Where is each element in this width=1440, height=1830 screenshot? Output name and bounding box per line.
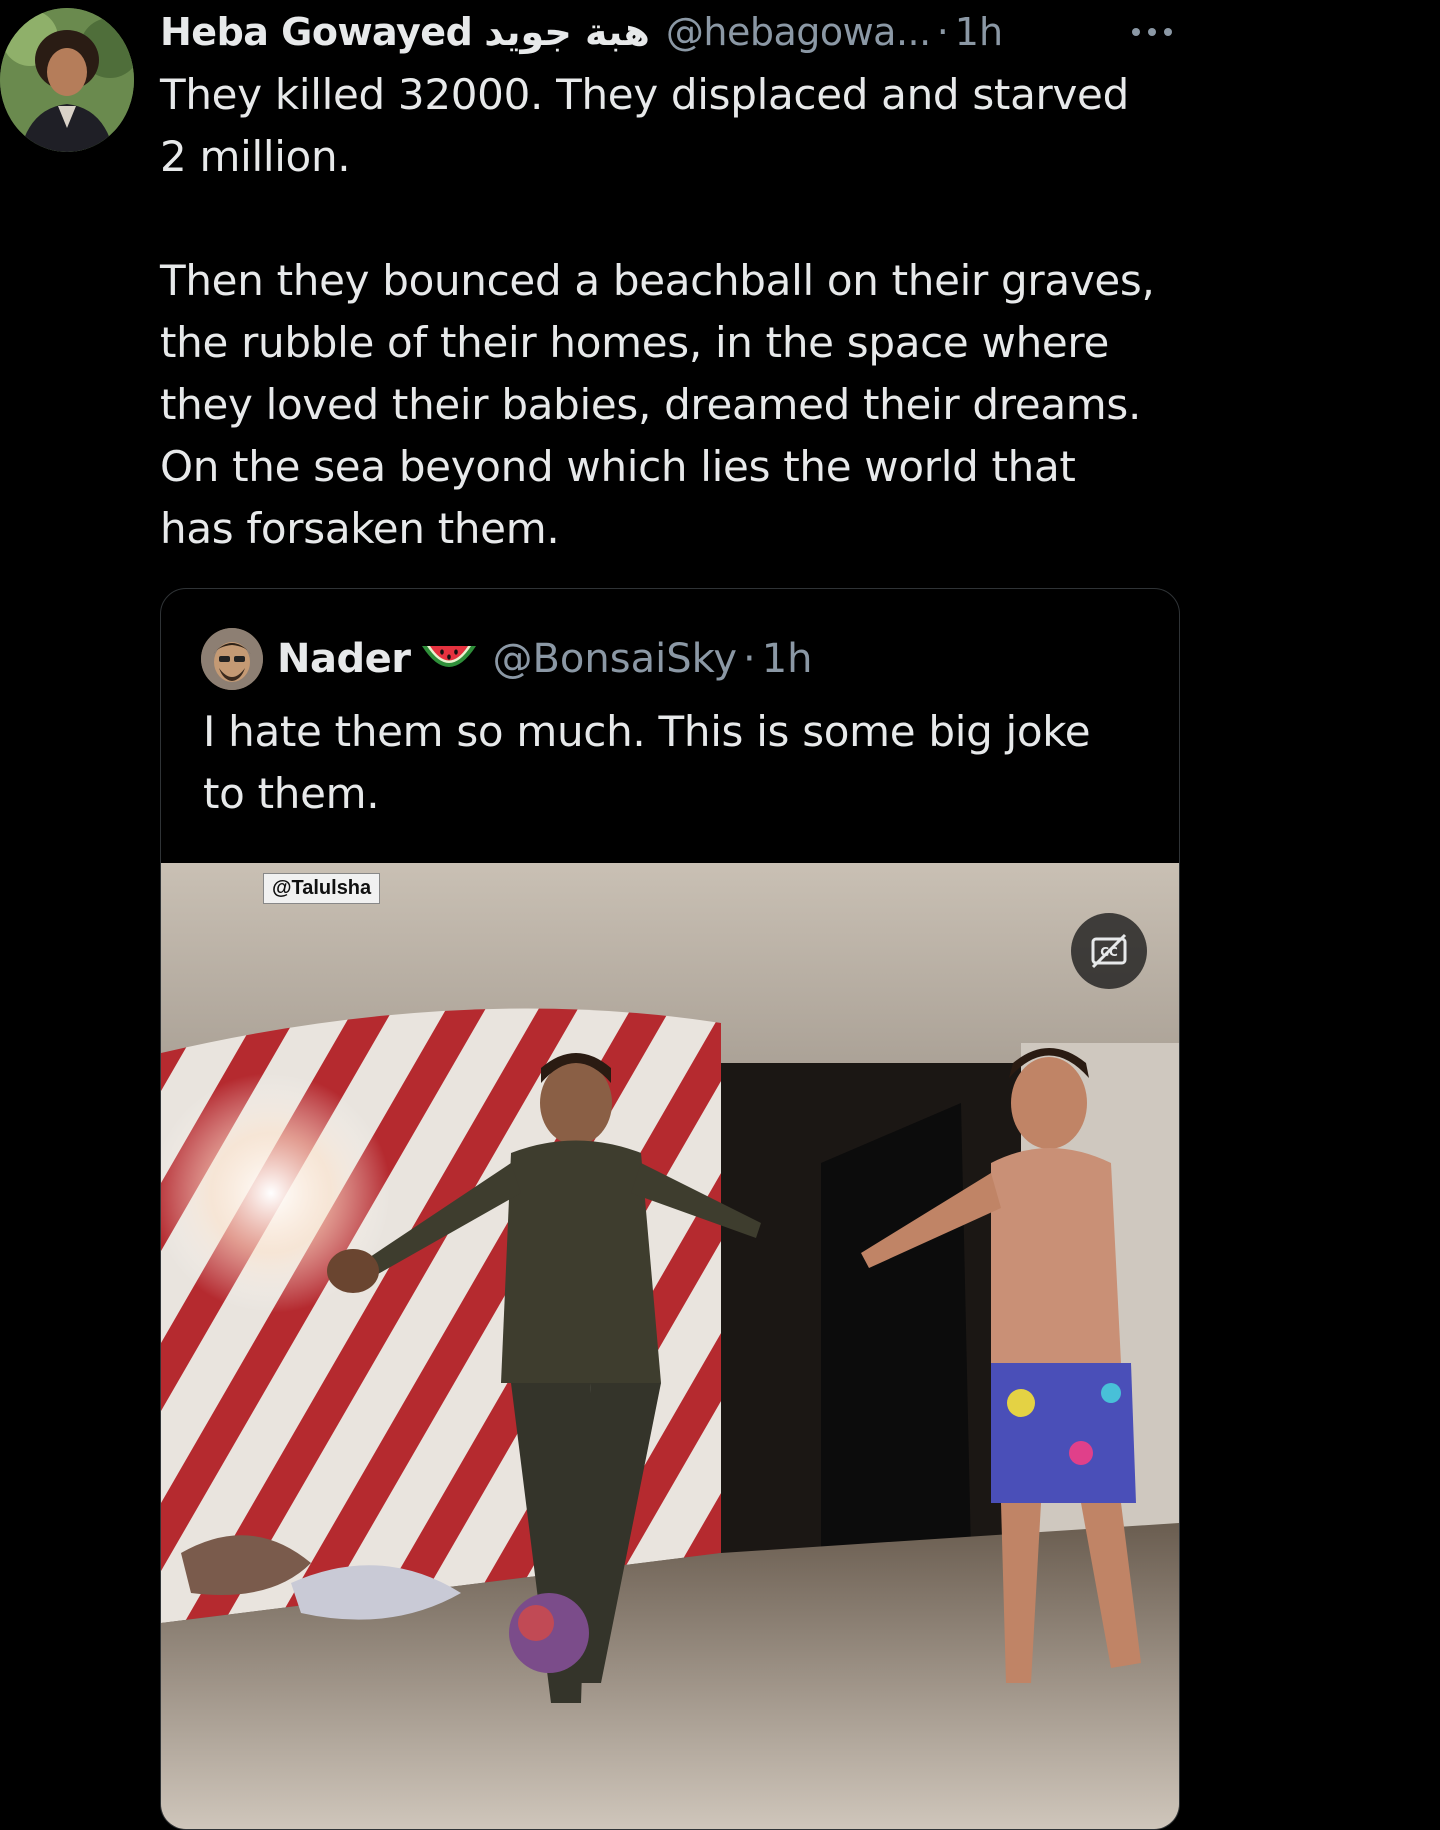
tweet-header: Heba Gowayed هبة جويد @hebagowa... · 1h [160, 6, 1003, 58]
video-player[interactable]: @Talulsha CC [161, 863, 1179, 1829]
separator-dot: · [936, 10, 949, 54]
tweet-paragraph-2: Then they bounced a beachball on their g… [160, 256, 1155, 553]
more-horizontal-icon[interactable] [1128, 14, 1176, 50]
tweet-time[interactable]: 1h [955, 6, 1003, 58]
author-avatar[interactable] [0, 8, 134, 152]
quoted-author-name[interactable]: Nader [277, 636, 411, 682]
quoted-tweet-header: Nader @BonsaiSky · 1h [201, 627, 813, 691]
quoted-tweet-text: I hate them so much. This is some big jo… [203, 707, 1091, 818]
quoted-author-avatar[interactable] [201, 628, 263, 690]
quoted-separator-dot: · [743, 636, 756, 682]
quoted-tweet-time[interactable]: 1h [762, 636, 813, 682]
author-name[interactable]: Heba Gowayed [160, 6, 473, 58]
author-handle[interactable]: @hebagowa... [666, 6, 931, 58]
video-frame [161, 863, 1179, 1829]
tweet-text: They killed 32000. They displaced and st… [160, 64, 1200, 560]
quoted-author-handle[interactable]: @BonsaiSky [492, 636, 737, 682]
captions-off-icon[interactable]: CC [1071, 913, 1147, 989]
tweet-paragraph-1: They killed 32000. They displaced and st… [160, 70, 1129, 181]
author-name-arabic[interactable]: هبة جويد [484, 6, 650, 58]
video-watermark: @Talulsha [263, 873, 381, 904]
tweet[interactable]: Heba Gowayed هبة جويد @hebagowa... · 1h … [0, 0, 1440, 1830]
quoted-tweet[interactable]: Nader @BonsaiSky · 1h I hate them so muc… [160, 588, 1180, 1830]
watermelon-icon [420, 642, 478, 676]
